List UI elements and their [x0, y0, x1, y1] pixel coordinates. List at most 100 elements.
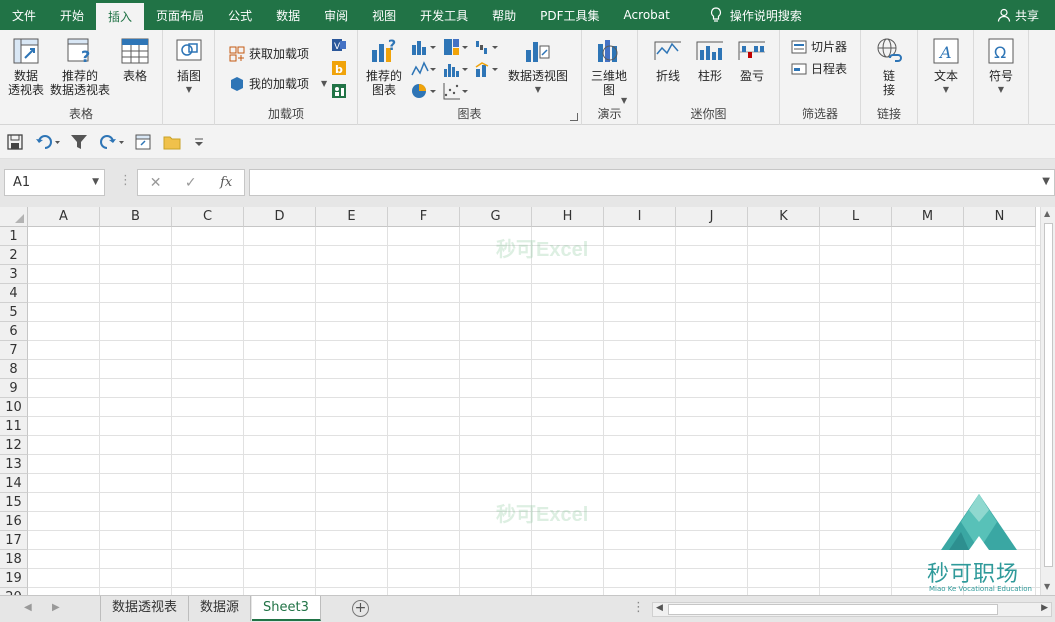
- row-header[interactable]: 20: [0, 588, 28, 595]
- slicer-button[interactable]: 切片器: [791, 38, 847, 55]
- tab-acrobat[interactable]: Acrobat: [612, 0, 682, 30]
- row-header[interactable]: 18: [0, 550, 28, 569]
- chevron-down-icon[interactable]: ▼: [92, 170, 99, 195]
- column-header[interactable]: I: [604, 207, 676, 227]
- scroll-right-icon[interactable]: ▶: [1041, 603, 1048, 613]
- row-header[interactable]: 15: [0, 493, 28, 512]
- enter-icon[interactable]: ✓: [185, 175, 197, 191]
- row-header[interactable]: 10: [0, 398, 28, 417]
- bing-maps-icon[interactable]: b: [331, 60, 347, 76]
- row-header[interactable]: 7: [0, 341, 28, 360]
- scatter-chart-icon[interactable]: [442, 81, 470, 101]
- row-header[interactable]: 8: [0, 360, 28, 379]
- my-addins-button[interactable]: 我的加载项 ▼: [229, 75, 327, 92]
- formula-bar-splitter[interactable]: ⋮: [119, 173, 132, 188]
- tab-insert[interactable]: 插入: [96, 3, 145, 30]
- tab-pdf-tools[interactable]: PDF工具集: [528, 0, 611, 30]
- line-chart-icon[interactable]: [410, 59, 438, 79]
- column-header[interactable]: H: [532, 207, 604, 227]
- expand-formula-bar-icon[interactable]: ▼: [1042, 176, 1050, 187]
- column-header[interactable]: B: [100, 207, 172, 227]
- horizontal-scroll-thumb[interactable]: [668, 604, 998, 615]
- table-button[interactable]: 表格: [120, 36, 150, 83]
- scroll-up-icon[interactable]: ▲: [1044, 209, 1050, 218]
- get-addins-button[interactable]: 获取加载项: [229, 45, 309, 62]
- save-icon[interactable]: [6, 133, 24, 151]
- share-button[interactable]: 共享: [985, 0, 1055, 30]
- customize-qat-icon[interactable]: [192, 133, 206, 151]
- pivot-refresh-icon[interactable]: [134, 133, 152, 151]
- tab-review[interactable]: 审阅: [312, 0, 360, 30]
- sheet-tab-pivot[interactable]: 数据透视表: [100, 596, 190, 621]
- sheet-next-icon[interactable]: ▶: [52, 602, 60, 613]
- horizontal-scrollbar[interactable]: ◀ ▶: [652, 602, 1052, 617]
- column-chart-icon[interactable]: [410, 37, 438, 57]
- row-header[interactable]: 1: [0, 227, 28, 246]
- column-header[interactable]: L: [820, 207, 892, 227]
- tab-view[interactable]: 视图: [360, 0, 408, 30]
- pie-chart-icon[interactable]: [410, 81, 438, 101]
- column-header[interactable]: J: [676, 207, 748, 227]
- filter-icon[interactable]: [70, 133, 88, 151]
- pivot-chart-button[interactable]: 数据透视图 ▼: [508, 36, 568, 97]
- column-header[interactable]: F: [388, 207, 460, 227]
- column-header[interactable]: D: [244, 207, 316, 227]
- formula-input[interactable]: ▼: [249, 169, 1055, 196]
- tab-developer[interactable]: 开发工具: [408, 0, 480, 30]
- charts-dialog-launcher[interactable]: [570, 113, 578, 121]
- combo-chart-icon[interactable]: [474, 59, 502, 79]
- statistic-chart-icon[interactable]: [442, 59, 470, 79]
- link-button[interactable]: 链 接: [874, 36, 904, 97]
- waterfall-chart-icon[interactable]: [474, 37, 502, 57]
- vertical-scrollbar[interactable]: ▲ ▼: [1040, 207, 1055, 595]
- scroll-down-icon[interactable]: ▼: [1044, 582, 1050, 591]
- timeline-button[interactable]: 日程表: [791, 60, 847, 77]
- illustrations-button[interactable]: 插图 ▼: [174, 36, 204, 97]
- row-header[interactable]: 11: [0, 417, 28, 436]
- column-header[interactable]: G: [460, 207, 532, 227]
- row-header[interactable]: 5: [0, 303, 28, 322]
- sparkline-winloss-button[interactable]: 盈亏: [737, 36, 767, 83]
- recommended-charts-button[interactable]: ? 推荐的 图表: [366, 36, 402, 97]
- redo-icon[interactable]: [99, 133, 125, 151]
- tab-page-layout[interactable]: 页面布局: [144, 0, 216, 30]
- row-header[interactable]: 14: [0, 474, 28, 493]
- column-header[interactable]: C: [172, 207, 244, 227]
- row-header[interactable]: 12: [0, 436, 28, 455]
- row-header[interactable]: 6: [0, 322, 28, 341]
- row-header[interactable]: 4: [0, 284, 28, 303]
- cancel-icon[interactable]: ✕: [150, 175, 162, 191]
- row-header[interactable]: 16: [0, 512, 28, 531]
- add-sheet-button[interactable]: +: [352, 600, 369, 617]
- sheet-prev-icon[interactable]: ◀: [24, 602, 32, 613]
- 3d-map-button[interactable]: 三维地 图 ▼: [591, 36, 627, 105]
- row-header[interactable]: 3: [0, 265, 28, 284]
- people-graph-icon[interactable]: [331, 83, 347, 99]
- pivot-table-button[interactable]: 数据 透视表: [8, 36, 44, 97]
- column-header[interactable]: N: [964, 207, 1036, 227]
- tab-formulas[interactable]: 公式: [216, 0, 264, 30]
- column-header[interactable]: K: [748, 207, 820, 227]
- select-all-button[interactable]: [0, 207, 28, 227]
- tab-home[interactable]: 开始: [48, 0, 96, 30]
- sheet-tab-source[interactable]: 数据源: [189, 596, 252, 621]
- visio-icon[interactable]: V: [331, 37, 347, 53]
- column-header[interactable]: E: [316, 207, 388, 227]
- scroll-left-icon[interactable]: ◀: [656, 603, 663, 613]
- tell-me-search[interactable]: 操作说明搜索: [698, 0, 814, 30]
- recommended-pivot-button[interactable]: ? 推荐的 数据透视表: [50, 36, 110, 97]
- tab-splitter[interactable]: ⋮: [632, 600, 645, 615]
- tab-help[interactable]: 帮助: [480, 0, 528, 30]
- row-header[interactable]: 2: [0, 246, 28, 265]
- row-header[interactable]: 19: [0, 569, 28, 588]
- column-header[interactable]: M: [892, 207, 964, 227]
- tab-file[interactable]: 文件: [0, 0, 48, 30]
- vertical-scroll-thumb[interactable]: [1044, 223, 1053, 567]
- column-header[interactable]: A: [28, 207, 100, 227]
- undo-icon[interactable]: [35, 133, 61, 151]
- text-button[interactable]: A 文本 ▼: [931, 36, 961, 97]
- sparkline-line-button[interactable]: 折线: [653, 36, 683, 83]
- name-box[interactable]: A1 ▼: [4, 169, 105, 196]
- open-folder-icon[interactable]: [163, 133, 181, 151]
- row-header[interactable]: 13: [0, 455, 28, 474]
